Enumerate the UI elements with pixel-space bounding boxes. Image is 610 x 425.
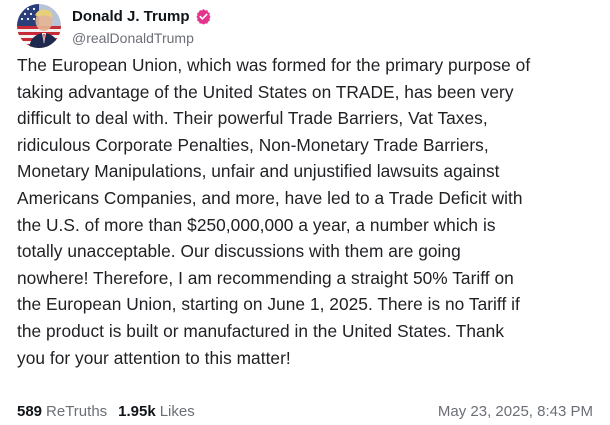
post-text-line: the U.S. of more than $250,000,000 a yea…: [17, 214, 496, 235]
author-info: Donald J. Trump @realDonaldTrump: [72, 7, 212, 46]
name-row: Donald J. Trump: [72, 7, 212, 27]
retruths-label: ReTruths: [46, 402, 108, 420]
post-text: The European Union, which was formed for…: [17, 52, 597, 371]
post-footer: 589 ReTruths 1.95k Likes May 23, 2025, 8…: [17, 400, 593, 422]
post-timestamp[interactable]: May 23, 2025, 8:43 PM: [438, 403, 593, 420]
post-text-line: ridiculous Corporate Penalties, Non-Mone…: [17, 134, 489, 155]
likes-count: 1.95k: [118, 402, 156, 420]
retruths-count: 589: [17, 402, 43, 420]
likes-stat[interactable]: 1.95k Likes: [118, 403, 195, 420]
verified-badge-icon: [195, 8, 212, 25]
post-text-line: you for your attention to this matter!: [17, 347, 291, 368]
user-handle[interactable]: @realDonaldTrump: [72, 30, 212, 46]
likes-label: Likes: [159, 402, 195, 420]
post-text-line: The European Union, which was formed for…: [17, 55, 531, 75]
post-text-line: taking advantage of the United States on…: [17, 81, 514, 102]
post-text-line: Americans Companies, and more, have led …: [17, 187, 523, 208]
flag-portrait-icon: [17, 4, 61, 48]
display-name[interactable]: Donald J. Trump: [72, 8, 190, 25]
post-text-line: the product is built or manufactured in …: [17, 320, 505, 341]
post-card: Donald J. Trump @realDonaldTrump The Eur…: [0, 0, 610, 425]
post-header: Donald J. Trump @realDonaldTrump: [17, 4, 212, 48]
retruths-stat[interactable]: 589 ReTruths: [17, 403, 107, 420]
post-text-line: difficult to deal with. Their powerful T…: [17, 108, 488, 129]
post-text-line: Monetary Manipulations, unfair and unjus…: [17, 161, 500, 182]
post-text-line: nowhere! Therefore, I am recommending a …: [17, 267, 514, 288]
post-text-line: totally unacceptable. Our discussions wi…: [17, 241, 461, 262]
post-text-line: the European Union, starting on June 1, …: [17, 294, 520, 315]
avatar[interactable]: [17, 4, 61, 48]
